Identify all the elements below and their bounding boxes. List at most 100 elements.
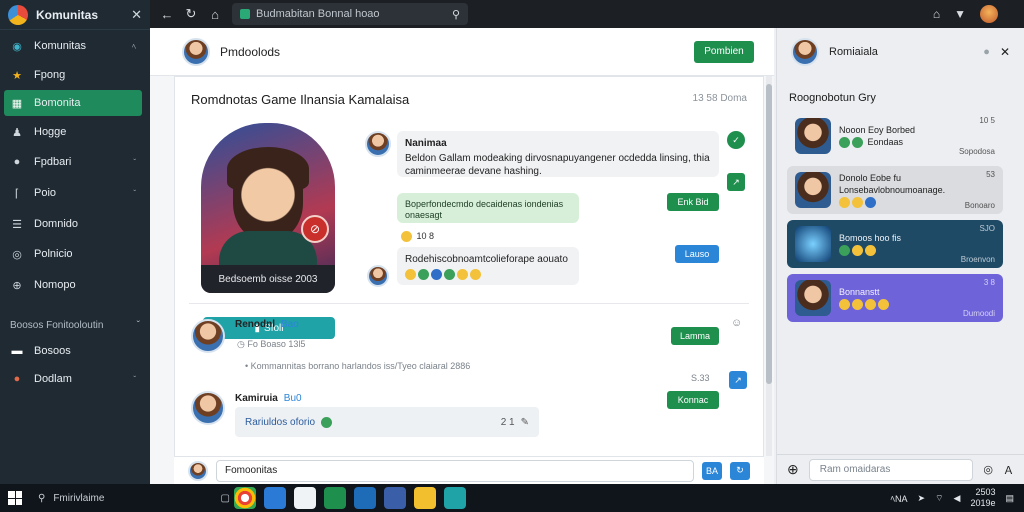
search-icon[interactable]: ⚲ (452, 8, 460, 21)
reply-icon[interactable]: ↗ (727, 173, 745, 191)
bullet-icon: • (245, 361, 249, 371)
address-text: Budmabitan Bonnal hoao (256, 8, 380, 20)
back-arrow-icon[interactable]: ← (160, 7, 174, 22)
address-bar[interactable]: Budmabitan Bonnal hoao ⚲ (232, 3, 468, 25)
sidebar-item-domnido[interactable]: ☰ Domnido (4, 211, 142, 237)
notification-icon[interactable]: ▤ (1005, 493, 1014, 504)
message-text: Beldon Gallam modeaking dirvosnapuyangen… (405, 153, 710, 177)
sidebar-item-label: Bomonita (34, 97, 81, 109)
avatar[interactable] (367, 265, 389, 287)
network-icon[interactable]: ➤ (918, 493, 926, 504)
avatar[interactable] (191, 319, 225, 353)
filter-icon[interactable]: ▼ (954, 7, 966, 21)
game-card-status: Dumoodi (962, 309, 995, 318)
sidebar-item-komunitas[interactable]: ◉ Komunitas ﾍ (4, 33, 142, 59)
status-badge[interactable]: Lauso (675, 245, 719, 263)
header-action-button[interactable]: Pombien (694, 40, 754, 63)
browser-toolbar: ← ↻ ⌂ Budmabitan Bonnal hoao ⚲ ⌂ ▼ (150, 0, 1024, 28)
game-card[interactable]: Bomoos hoo fis SJO Broenvon (787, 220, 1003, 268)
task-view-icon[interactable]: ▢ (221, 493, 230, 504)
browser-icon[interactable] (354, 487, 376, 509)
mail-icon[interactable] (384, 487, 406, 509)
game-card[interactable]: Nooon Eoy Borbed Eondaas 10 5 Sopodosa (787, 112, 1003, 160)
sidebar-item-nomopo[interactable]: ⊕ Nomopo (4, 272, 142, 298)
notes-icon[interactable] (414, 487, 436, 509)
clock[interactable]: 2503 2019e (970, 487, 995, 509)
message-input[interactable]: Fomoonitas (216, 459, 694, 482)
clock-date: 2019e (970, 498, 996, 508)
emoji-icon (405, 268, 416, 280)
edit-icon[interactable]: ✎ (521, 417, 529, 428)
sidebar-item-dodlam[interactable]: ● Dodlam ˇ (4, 366, 142, 392)
profile-avatar-icon[interactable] (980, 5, 998, 23)
sidebar-section-header[interactable]: Boosos Fonitooloutin ˇ (10, 320, 140, 331)
sidebar-item-fpong[interactable]: ★ Fpong (4, 62, 142, 88)
message-author: Nanimaa (405, 138, 447, 149)
wifi-icon[interactable]: ⌔ (935, 493, 943, 504)
card-icon: ▬ (11, 345, 23, 357)
close-icon[interactable]: ✕ (1000, 45, 1010, 59)
tray-language[interactable]: ﾍNA (891, 492, 908, 505)
game-card-body: Nooon Eoy Borbed Eondaas (839, 124, 951, 149)
divider (189, 303, 749, 304)
check-icon[interactable]: ✓ (727, 131, 745, 149)
user-icon: ♟ (12, 126, 22, 139)
sidebar-item-polnicio[interactable]: ◎ Polnicio (4, 241, 142, 267)
reply-preview[interactable]: Rariuldos oforio 2 1 ✎ (235, 407, 539, 437)
search-input[interactable]: Ram omaidaras (808, 458, 974, 481)
grid-icon: ▦ (11, 97, 23, 110)
star-icon: ★ (12, 69, 22, 82)
sidebar-item-poio[interactable]: ⌈ Poio ˇ (4, 180, 142, 206)
start-button[interactable] (0, 491, 30, 505)
edge-icon[interactable] (264, 487, 286, 509)
post-card: Romdnotas Game Ilnansia Kamalaisa 13 58 … (174, 76, 764, 480)
system-tray: ﾍNA ➤ ⌔ ◀ 2503 2019e ▤ (891, 484, 1015, 512)
post-action-button[interactable]: Lamma (671, 327, 719, 345)
add-icon[interactable]: ⊕ (787, 461, 799, 478)
format-button[interactable]: BA (702, 461, 722, 480)
close-icon[interactable]: ✕ (131, 7, 142, 23)
os-taskbar: ⚲ Fmirivlaime ▢ ﾍNA ➤ ⌔ ◀ 2503 2019e ▤ (0, 484, 1024, 512)
sidebar-item-bosoos[interactable]: ▬ Bosoos (4, 338, 142, 364)
message-text: Rodehiscobnoamtcolieforape aouato (405, 254, 568, 265)
hero-character-image[interactable]: ⊘ Bedsoemb oisse 2003 (201, 123, 335, 293)
send-icon[interactable]: ↻ (730, 461, 750, 480)
translate-icon[interactable]: Ａ (1003, 462, 1014, 478)
post-action-button[interactable]: Konnac (667, 391, 719, 409)
sidebar-item-label: Nomopo (34, 279, 76, 291)
right-panel-title: Romiaiala (829, 46, 878, 58)
sidebar-item-hogge[interactable]: ♟ Hogge (4, 119, 142, 145)
app-icon[interactable] (324, 487, 346, 509)
message-bubble: Rodehiscobnoamtcolieforape aouato (397, 247, 579, 285)
sidebar-item-label: Poio (34, 187, 57, 199)
refresh-icon[interactable]: ↻ (184, 6, 198, 22)
game-thumbnail (795, 172, 831, 208)
scrollbar-thumb[interactable] (766, 84, 772, 384)
chevron-down-icon: ˇ (133, 188, 136, 198)
home-icon[interactable]: ⌂ (208, 7, 222, 22)
minimize-icon[interactable]: ● (983, 46, 990, 58)
emoji-icon (839, 299, 850, 311)
game-card-body: Donolo Eobe fu Lonsebavlobnoumoanage. (839, 172, 957, 209)
emoji-add-icon[interactable]: ☺ (731, 317, 742, 329)
share-icon[interactable]: ↗ (729, 371, 747, 389)
sidebar-item-bomonita[interactable]: ▦ Bomonita (4, 90, 142, 116)
taskbar-search[interactable]: ⚲ Fmirivlaime ▢ (30, 493, 230, 504)
avatar[interactable] (182, 37, 210, 66)
game-card[interactable]: Donolo Eobe fu Lonsebavlobnoumoanage. 53… (787, 166, 1003, 214)
game-card-meta: 3 8 Dumoodi (963, 274, 995, 322)
avatar[interactable] (791, 38, 819, 66)
status-badge[interactable]: Enk Bid (667, 193, 719, 211)
monitor-icon[interactable] (444, 487, 466, 509)
home-icon[interactable]: ⌂ (933, 7, 940, 21)
attach-icon[interactable]: ◎ (983, 463, 993, 476)
avatar[interactable] (191, 391, 225, 425)
volume-icon[interactable]: ◀ (954, 493, 961, 504)
avatar[interactable] (365, 131, 391, 157)
sidebar-item-fpdbari[interactable]: ● Fpdbari ˇ (4, 149, 142, 175)
emoji-icon (418, 268, 429, 280)
chrome-icon[interactable] (234, 487, 256, 509)
drive-icon[interactable] (294, 487, 316, 509)
game-card[interactable]: Bonnanstt 3 8 Dumoodi (787, 274, 1003, 322)
reaction-count-text: 10 8 (416, 231, 435, 241)
